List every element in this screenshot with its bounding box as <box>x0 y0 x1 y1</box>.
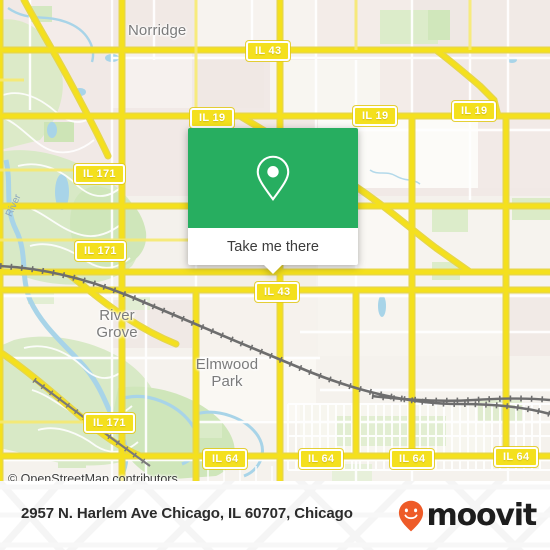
highway-shield[interactable]: IL 43 <box>255 282 300 302</box>
highway-shield[interactable]: IL 64 <box>203 449 248 469</box>
popup-tail-pointer <box>264 265 282 274</box>
place-label-norridge: Norridge <box>128 22 187 39</box>
highway-shield[interactable]: IL 171 <box>84 413 135 433</box>
highway-shield[interactable]: IL 64 <box>390 449 435 469</box>
osm-attribution[interactable]: © OpenStreetMap contributors <box>8 472 178 481</box>
highway-shield[interactable]: IL 19 <box>452 101 497 121</box>
moovit-smiley-pin-icon <box>398 500 423 532</box>
take-me-there-button[interactable]: Take me there <box>188 228 358 274</box>
highway-shield[interactable]: IL 171 <box>75 241 126 261</box>
location-popup-card[interactable]: Take me there <box>188 128 358 274</box>
highway-shield[interactable]: IL 171 <box>74 164 125 184</box>
take-me-there-label: Take me there <box>227 238 319 255</box>
place-label-river-grove: River Grove <box>96 307 138 341</box>
footer-bar: 2957 N. Harlem Ave Chicago, IL 60707, Ch… <box>0 481 550 550</box>
moovit-logo[interactable]: moovit <box>398 498 538 533</box>
footer-address-text: 2957 N. Harlem Ave Chicago, IL 60707, Ch… <box>21 505 353 522</box>
popup-green-panel <box>188 128 358 228</box>
map-screenshot: Norridge River Grove Elmwood Park River IL… <box>0 0 550 550</box>
highway-shield[interactable]: IL 19 <box>190 108 235 128</box>
place-label-elmwood-park: Elmwood Park <box>195 356 259 390</box>
highway-shield[interactable]: IL 43 <box>246 41 291 61</box>
highway-shield[interactable]: IL 19 <box>353 106 398 126</box>
map-canvas[interactable]: Norridge River Grove Elmwood Park River IL… <box>0 0 550 481</box>
highway-shield[interactable]: IL 64 <box>299 449 344 469</box>
highway-shield[interactable]: IL 64 <box>494 447 539 467</box>
map-pin-icon <box>256 155 290 201</box>
moovit-wordmark: moovit <box>426 498 538 533</box>
